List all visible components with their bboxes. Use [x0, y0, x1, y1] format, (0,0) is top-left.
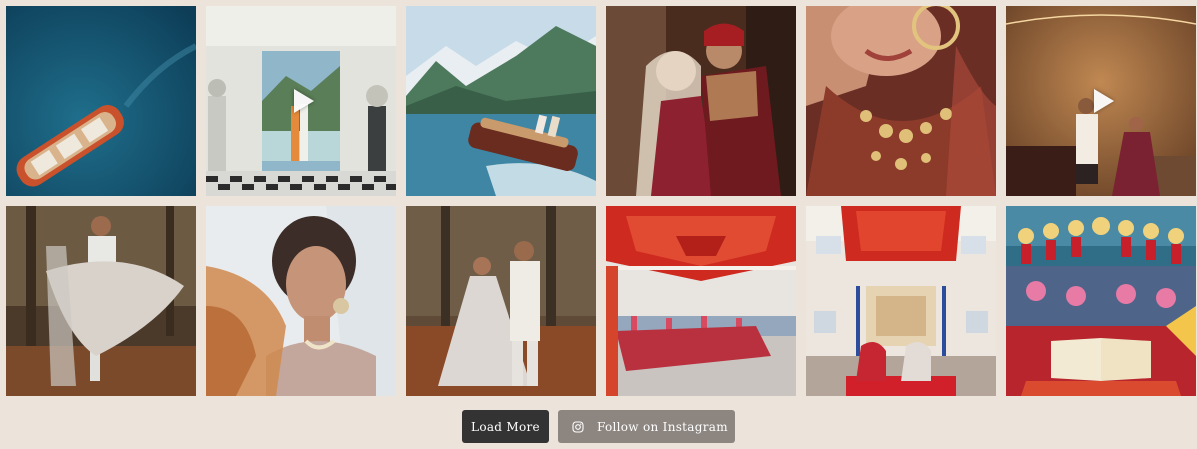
instagram-feed-grid — [6, 6, 1196, 396]
feed-image — [206, 206, 396, 396]
feed-image — [406, 6, 596, 196]
play-icon — [294, 89, 314, 113]
feed-image — [1006, 206, 1196, 396]
follow-label: Follow on Instagram — [597, 419, 728, 434]
feed-image — [806, 6, 996, 196]
feed-post-8[interactable] — [206, 206, 396, 396]
load-more-button[interactable]: Load More — [462, 410, 549, 443]
feed-post-10[interactable] — [606, 206, 796, 396]
feed-post-7[interactable] — [6, 206, 196, 396]
feed-post-2[interactable] — [206, 6, 396, 196]
feed-post-9[interactable] — [406, 206, 596, 396]
play-icon — [1094, 89, 1114, 113]
feed-image — [406, 206, 596, 396]
feed-image — [6, 6, 196, 196]
feed-post-3[interactable] — [406, 6, 596, 196]
feed-image — [806, 206, 996, 396]
feed-post-11[interactable] — [806, 206, 996, 396]
feed-image — [606, 6, 796, 196]
feed-post-1[interactable] — [6, 6, 196, 196]
follow-on-instagram-button[interactable]: Follow on Instagram — [558, 410, 735, 443]
instagram-icon — [572, 420, 584, 433]
feed-image — [6, 206, 196, 396]
feed-post-4[interactable] — [606, 6, 796, 196]
feed-actions: Load More Follow on Instagram — [0, 410, 1197, 443]
feed-image — [606, 206, 796, 396]
load-more-label: Load More — [471, 419, 540, 434]
feed-post-5[interactable] — [806, 6, 996, 196]
feed-post-6[interactable] — [1006, 6, 1196, 196]
feed-post-12[interactable] — [1006, 206, 1196, 396]
